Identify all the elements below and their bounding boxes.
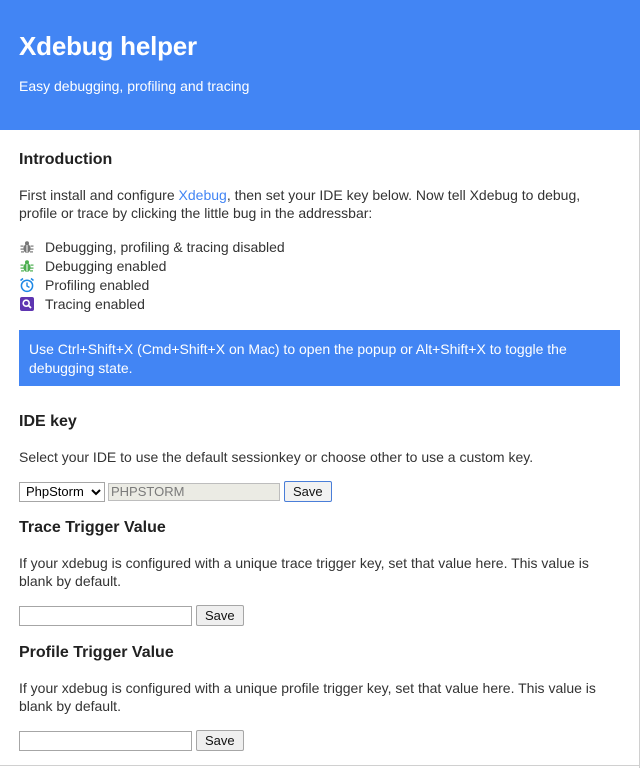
trace-trigger-row: Save — [19, 605, 244, 626]
status-label: Debugging enabled — [45, 257, 167, 274]
status-item-disabled: Debugging, profiling & tracing disabled — [19, 237, 285, 256]
ide-key-heading: IDE key — [19, 413, 77, 430]
page-subtitle: Easy debugging, profiling and tracing — [19, 78, 250, 94]
status-label: Debugging, profiling & tracing disabled — [45, 238, 285, 255]
trace-trigger-input[interactable] — [19, 605, 192, 626]
ide-key-description: Select your IDE to use the default sessi… — [19, 449, 534, 465]
trace-trigger-description: If your xdebug is configured with a uniq… — [19, 555, 589, 589]
trace-trigger-save-button[interactable]: Save — [196, 605, 244, 626]
profile-trigger-heading: Profile Trigger Value — [19, 644, 174, 661]
shortcut-notice: Use Ctrl+Shift+X (Cmd+Shift+X on Mac) to… — [19, 330, 620, 386]
intro-text-start: First install and configure — [19, 187, 179, 203]
ide-select[interactable]: PhpStorm — [19, 481, 105, 502]
ide-key-input[interactable] — [108, 482, 280, 501]
page-header: Xdebug helper Easy debugging, profiling … — [0, 0, 640, 130]
bug-disabled-icon — [19, 239, 35, 255]
introduction-text: First install and configure Xdebug, then… — [19, 186, 619, 222]
introduction-heading: Introduction — [19, 151, 113, 168]
xdebug-link[interactable]: Xdebug — [179, 187, 227, 203]
ide-key-row: PhpStorm Save — [19, 481, 332, 502]
status-legend: Debugging, profiling & tracing disabled … — [19, 237, 285, 313]
profile-trigger-input[interactable] — [19, 730, 192, 751]
profile-trigger-description: If your xdebug is configured with a uniq… — [19, 680, 596, 714]
trace-trigger-heading: Trace Trigger Value — [19, 519, 166, 536]
status-item-tracing: Tracing enabled — [19, 294, 285, 313]
profile-trigger-save-button[interactable]: Save — [196, 730, 244, 751]
bug-enabled-icon — [19, 258, 35, 274]
bottom-divider — [0, 765, 640, 766]
status-label: Tracing enabled — [45, 295, 145, 312]
status-label: Profiling enabled — [45, 276, 150, 293]
status-item-debugging: Debugging enabled — [19, 256, 285, 275]
profile-trigger-row: Save — [19, 730, 244, 751]
ide-key-save-button[interactable]: Save — [284, 481, 332, 502]
status-item-profiling: Profiling enabled — [19, 275, 285, 294]
clock-icon — [19, 277, 35, 293]
page-title: Xdebug helper — [19, 31, 197, 61]
trace-icon — [19, 296, 35, 312]
